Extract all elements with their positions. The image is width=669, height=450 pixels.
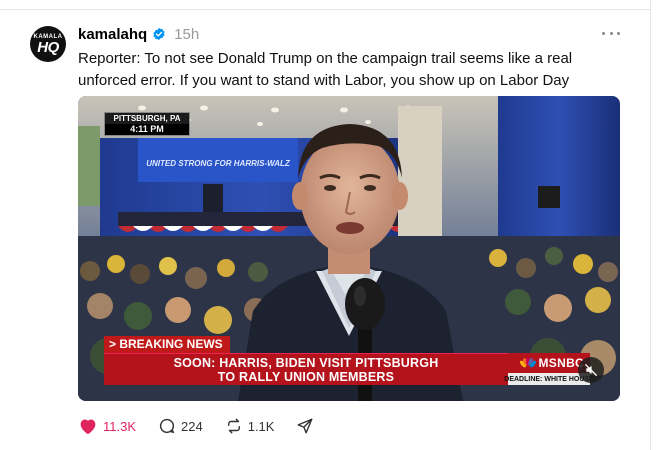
- post-header: kamalahq 15h: [78, 24, 199, 44]
- verified-badge-icon: [153, 27, 165, 41]
- more-icon[interactable]: [600, 24, 622, 42]
- post-time[interactable]: 15h: [174, 26, 199, 43]
- repost-count: 1.1K: [247, 418, 275, 434]
- chyron: SOON: HARRIS, BIDEN VISIT PITTSBURGH TO …: [104, 353, 508, 385]
- more-dot: [602, 31, 605, 35]
- reply-count: 224: [181, 418, 203, 434]
- repost-icon: [227, 418, 240, 434]
- chyron-line-2: TO RALLY UNION MEMBERS: [217, 369, 395, 384]
- heart-icon: [80, 419, 96, 435]
- avatar-main-text: HQ: [37, 38, 59, 56]
- mute-icon: [585, 364, 597, 376]
- peacock-icon: [519, 357, 536, 368]
- chyron-line-1: SOON: HARRIS, BIDEN VISIT PITTSBURGH: [173, 355, 439, 370]
- more-dot: [617, 31, 620, 35]
- share-icon: [298, 418, 313, 434]
- action-bar: 11.3K 224 1.1K: [78, 414, 336, 438]
- location-time: 4:11 PM: [105, 124, 189, 135]
- location-box: PITTSBURGH, PA 4:11 PM: [104, 112, 190, 136]
- mute-button[interactable]: [578, 357, 604, 383]
- username[interactable]: kamalahq: [78, 26, 147, 43]
- stage-banner: UNITED STRONG FOR HARRIS-WALZ: [146, 159, 291, 168]
- repost-button[interactable]: 1.1K: [225, 414, 275, 438]
- post[interactable]: KAMALA HQ kamalahq 15h Reporter: To not …: [0, 10, 651, 450]
- location-city: PITTSBURGH, PA: [113, 114, 181, 123]
- reply-icon: [159, 418, 175, 434]
- like-button[interactable]: 11.3K: [78, 414, 136, 438]
- like-count: 11.3K: [103, 418, 137, 434]
- post-video[interactable]: UNITED STRONG FOR HARRIS-WALZ PITTSBURGH…: [78, 96, 620, 401]
- breaking-news-label: > BREAKING NEWS: [104, 336, 230, 353]
- show-bar: DEADLINE: WHITE HOUSE: [504, 373, 594, 385]
- post-text: Reporter: To not see Donald Trump on the…: [78, 50, 573, 89]
- more-dot: [609, 31, 613, 35]
- avatar[interactable]: KAMALA HQ: [30, 26, 66, 62]
- reply-button[interactable]: 224: [158, 414, 203, 438]
- share-button[interactable]: [296, 414, 314, 438]
